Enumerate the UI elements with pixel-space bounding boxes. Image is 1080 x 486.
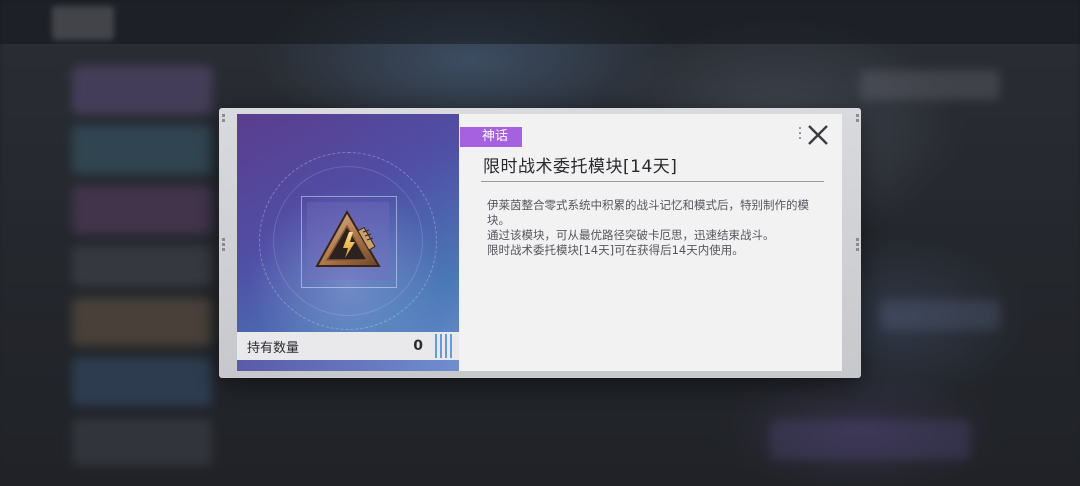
- quantity-stripes-decoration: [435, 334, 455, 358]
- item-description: 伊莱茵整合零式系统中积累的战斗记忆和模式后，特别制作的模块。 通过该模块，可从最…: [487, 198, 817, 258]
- close-icon[interactable]: [805, 122, 831, 148]
- frame-decoration: [222, 238, 226, 251]
- description-line: 通过该模块，可从最优路径突破卡厄思，迅速结束战斗。: [487, 228, 775, 242]
- quantity-bar: 持有数量 0: [237, 332, 459, 360]
- card-bottom-strip: [237, 360, 459, 371]
- item-card: 持有数量 0: [237, 114, 459, 371]
- title-divider: [481, 181, 824, 182]
- item-info-panel: 神话 限时战术委托模块[14天] 伊莱茵整合零式系统中积累的战斗记忆和模式后，特…: [459, 114, 842, 371]
- quantity-label: 持有数量: [247, 340, 300, 356]
- quantity-value: 0: [413, 338, 423, 354]
- item-title: 限时战术委托模块[14天]: [483, 157, 678, 177]
- frame-decoration: [856, 238, 860, 251]
- tactical-module-icon: [315, 209, 381, 267]
- description-line: 伊莱茵整合零式系统中积累的战斗记忆和模式后，特别制作的模块。: [487, 198, 809, 227]
- rarity-badge: 神话: [460, 127, 523, 147]
- close-decoration: [799, 127, 802, 139]
- frame-decoration: [856, 114, 860, 122]
- frame-decoration: [222, 114, 226, 122]
- description-line: 限时战术委托模块[14天]可在获得后14天内使用。: [487, 243, 744, 257]
